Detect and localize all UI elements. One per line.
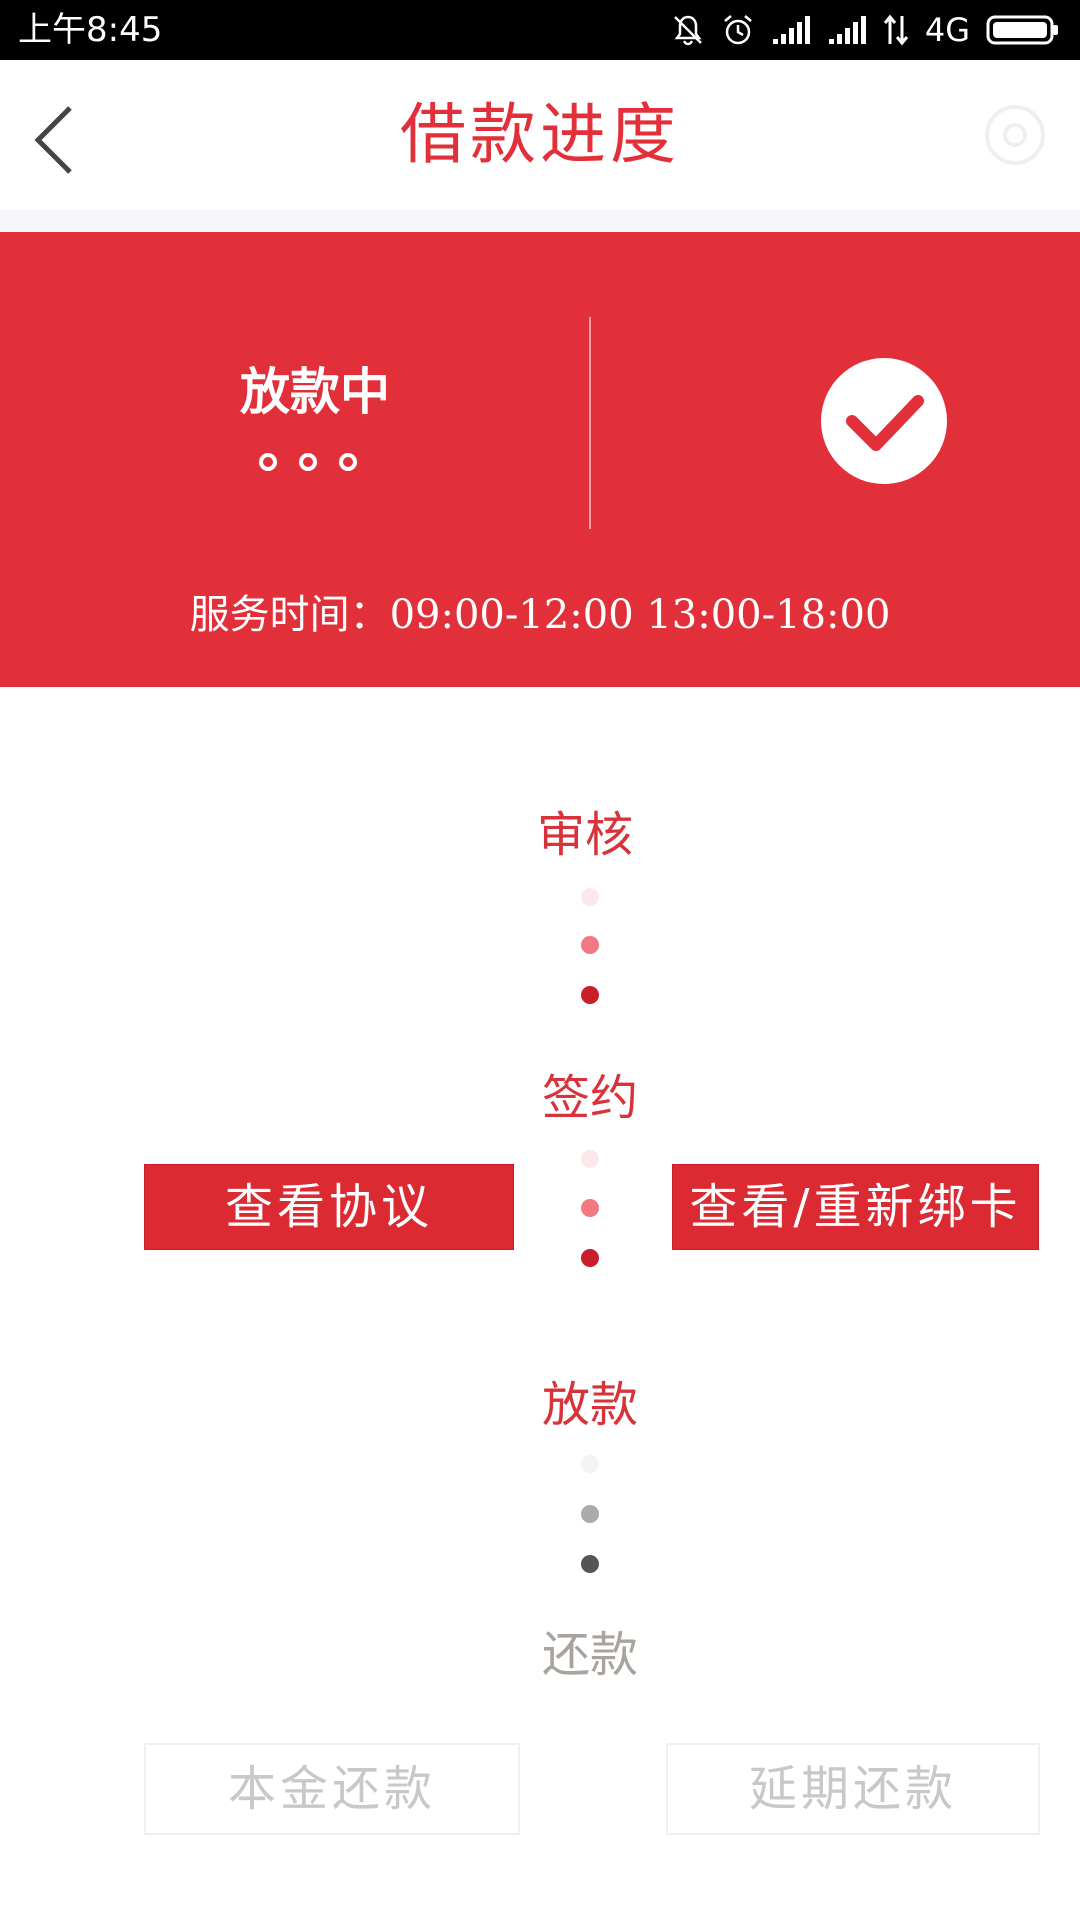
checkmark-circle-icon: [821, 358, 947, 484]
connector-dot: [581, 1505, 599, 1523]
status-icons: 4G: [671, 8, 1060, 52]
status-time: 上午8:45: [18, 10, 163, 50]
mute-icon: [673, 15, 702, 46]
rebind-card-button[interactable]: 查看/重新绑卡: [672, 1164, 1039, 1250]
step-repay-label: 还款: [541, 1627, 638, 1683]
battery-icon: [986, 15, 1058, 45]
connector-dot: [581, 1249, 599, 1267]
principal-repayment-button[interactable]: 本金还款: [144, 1743, 520, 1835]
extended-repayment-button[interactable]: 延期还款: [666, 1743, 1040, 1835]
header-divider: [0, 210, 1080, 232]
page-title: 借款进度: [400, 96, 680, 173]
loan-status-text: 放款中: [240, 363, 390, 421]
connector-dot: [581, 1455, 599, 1473]
app-header: 借款进度: [0, 60, 1080, 210]
connector-dot: [581, 986, 599, 1004]
connector-dot: [581, 936, 599, 954]
connector-dot: [581, 1150, 599, 1168]
step-disburse-label: 放款: [541, 1377, 638, 1433]
step-connector-2: [575, 1150, 605, 1270]
connector-dot: [581, 888, 599, 906]
alarm-icon: [724, 15, 752, 45]
loan-progress-screen: 上午8:45 4G 借款进度 放款中 服务时间：09:00-12:00 13:0…: [0, 0, 1080, 1920]
view-agreement-button[interactable]: 查看协议: [144, 1164, 514, 1250]
service-hours: 服务时间：09:00-12:00 13:00-18:00: [189, 592, 891, 638]
data-transfer-icon: [883, 14, 908, 46]
connector-dot: [581, 1199, 599, 1217]
loading-dots-icon: [259, 453, 357, 471]
signal-icon: [772, 16, 810, 44]
chevron-left-icon[interactable]: [30, 100, 80, 180]
status-bar: 上午8:45 4G: [0, 0, 1080, 60]
step-review-label: 审核: [536, 807, 633, 863]
banner-divider: [589, 317, 591, 529]
connector-dot: [581, 1555, 599, 1573]
loan-status-banner: 放款中 服务时间：09:00-12:00 13:00-18:00: [0, 232, 1080, 687]
step-sign-label: 签约: [541, 1070, 638, 1126]
step-connector-3: [575, 1455, 605, 1575]
network-type: 4G: [924, 11, 970, 49]
step-connector-1: [575, 888, 605, 1008]
settings-icon[interactable]: [980, 100, 1050, 170]
signal-icon: [828, 16, 866, 44]
